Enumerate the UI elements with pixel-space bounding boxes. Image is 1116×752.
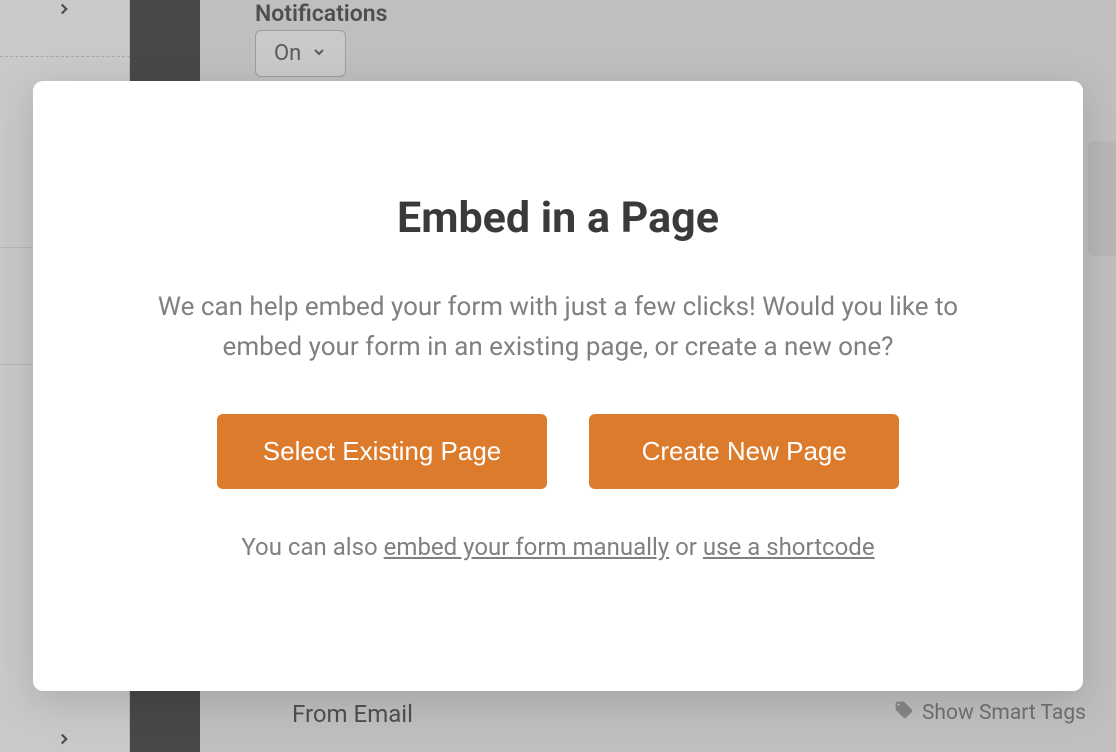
create-new-page-button[interactable]: Create New Page xyxy=(589,414,899,489)
modal-title: Embed in a Page xyxy=(397,193,719,243)
select-existing-page-button[interactable]: Select Existing Page xyxy=(217,414,547,489)
footer-prefix: You can also xyxy=(241,533,383,561)
modal-footer-text: You can also embed your form manually or… xyxy=(241,533,874,561)
use-shortcode-link[interactable]: use a shortcode xyxy=(703,533,875,561)
footer-middle: or xyxy=(669,533,703,561)
modal-button-row: Select Existing Page Create New Page xyxy=(217,414,899,489)
embed-modal: Embed in a Page We can help embed your f… xyxy=(33,81,1083,691)
modal-description: We can help embed your form with just a … xyxy=(133,287,983,368)
embed-manually-link[interactable]: embed your form manually xyxy=(384,533,669,561)
